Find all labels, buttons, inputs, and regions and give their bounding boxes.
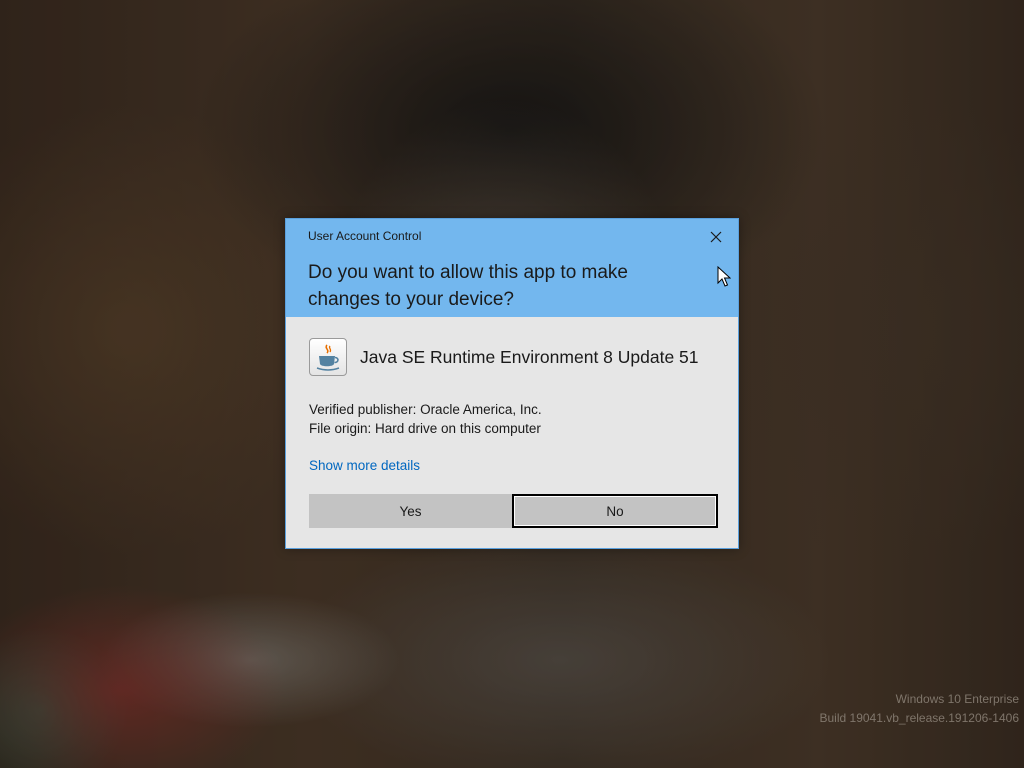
close-icon [710,231,722,243]
uac-header: User Account Control Do you want to allo… [286,219,738,317]
app-name: Java SE Runtime Environment 8 Update 51 [360,346,699,367]
java-coffee-cup-icon [309,338,347,376]
show-more-details-link[interactable]: Show more details [309,458,420,473]
app-details: Verified publisher: Oracle America, Inc.… [309,400,716,438]
mouse-pointer-icon [717,266,731,287]
app-row: Java SE Runtime Environment 8 Update 51 [309,337,716,377]
uac-body: Java SE Runtime Environment 8 Update 51 … [286,317,738,475]
yes-button[interactable]: Yes [309,494,512,528]
no-button[interactable]: No [512,494,718,528]
dimmed-desktop-background: Windows 10 Enterprise Build 19041.vb_rel… [0,0,1024,768]
uac-dialog: User Account Control Do you want to allo… [285,218,739,549]
dialog-buttons: Yes No [309,494,718,528]
windows-watermark: Windows 10 Enterprise Build 19041.vb_rel… [820,690,1020,728]
windows-build-text: Build 19041.vb_release.191206-1406 [819,711,1020,725]
file-origin-text: File origin: Hard drive on this computer [309,421,541,436]
windows-edition-text: Windows 10 Enterprise [895,692,1019,706]
dialog-caption: User Account Control [308,229,422,243]
dialog-question: Do you want to allow this app to make ch… [308,262,629,310]
publisher-text: Verified publisher: Oracle America, Inc. [309,402,542,417]
close-button[interactable] [704,225,728,249]
